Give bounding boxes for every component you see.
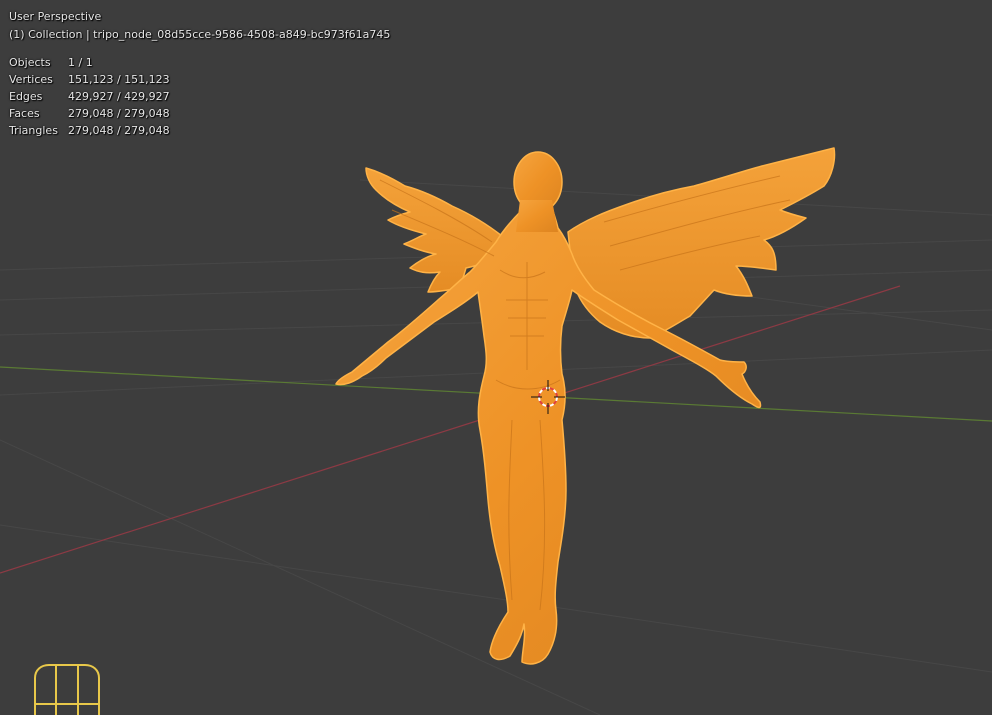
stat-value: 279,048 / 279,048 <box>68 124 170 137</box>
angel-figure-mesh[interactable] <box>335 147 836 665</box>
stat-label: Vertices <box>9 73 53 86</box>
stat-label: Triangles <box>9 124 58 137</box>
stat-label: Faces <box>9 107 40 120</box>
stat-value: 279,048 / 279,048 <box>68 107 170 120</box>
figure-neck <box>516 200 558 232</box>
stat-row-vertices: Vertices 151,123 / 151,123 <box>9 71 170 88</box>
x-axis-line <box>0 285 901 574</box>
camera-frame-icon[interactable] <box>34 664 100 715</box>
3d-viewport[interactable]: User Perspective (1) Collection | tripo_… <box>0 0 992 715</box>
stat-row-faces: Faces 279,048 / 279,048 <box>9 105 170 122</box>
stat-value: 1 / 1 <box>68 56 93 69</box>
stat-label: Objects <box>9 56 51 69</box>
scene-statistics: Objects 1 / 1 Vertices 151,123 / 151,123… <box>9 54 170 139</box>
stat-value: 151,123 / 151,123 <box>68 73 170 86</box>
view-perspective-label: User Perspective <box>9 10 102 23</box>
stat-row-objects: Objects 1 / 1 <box>9 54 170 71</box>
stat-row-edges: Edges 429,927 / 429,927 <box>9 88 170 105</box>
stat-label: Edges <box>9 90 43 103</box>
stat-value: 429,927 / 429,927 <box>68 90 170 103</box>
stat-row-triangles: Triangles 279,048 / 279,048 <box>9 122 170 139</box>
collection-label: (1) Collection | tripo_node_08d55cce-958… <box>9 28 391 41</box>
